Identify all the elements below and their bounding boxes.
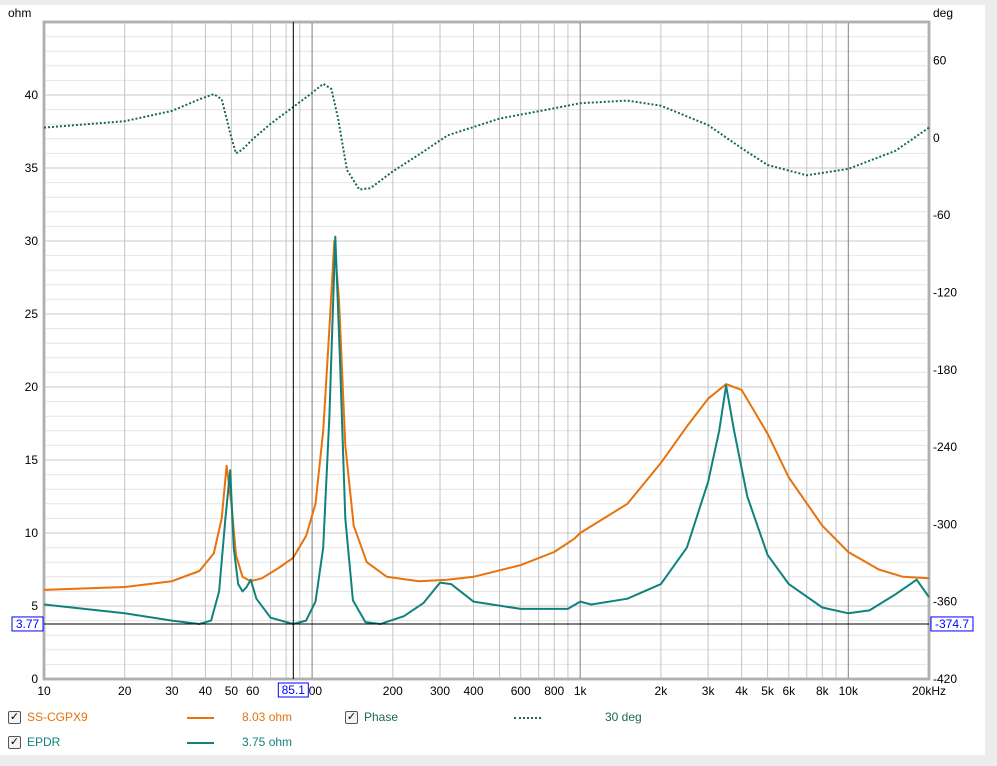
x-tick-label: 600 — [511, 684, 531, 698]
legend-label: EPDR — [27, 735, 61, 749]
y2-tick-label: -360 — [933, 595, 957, 609]
x-tick-label: 8k — [816, 684, 830, 698]
cursor-y-label: 3.77 — [16, 617, 40, 631]
x-tick-label: 20 — [118, 684, 132, 698]
y2-tick-label: 0 — [933, 131, 940, 145]
legend-value: 30 deg — [605, 710, 642, 724]
legend-label: SS-CGPX9 — [27, 710, 88, 724]
cursor-y2-label: -374.7 — [935, 617, 969, 631]
y2-tick-label: 60 — [933, 54, 947, 68]
y-axis-unit: ohm — [8, 6, 31, 20]
x-tick-label: 1k — [574, 684, 588, 698]
x-tick-label: 300 — [430, 684, 450, 698]
y-tick-label: 25 — [25, 307, 39, 321]
x-tick-label: 200 — [383, 684, 403, 698]
y-tick-label: 40 — [25, 88, 39, 102]
y2-tick-label: -60 — [933, 208, 951, 222]
x-tick-label: 60 — [246, 684, 260, 698]
y2-tick-label: -120 — [933, 286, 957, 300]
y-tick-label: 30 — [25, 234, 39, 248]
legend-value: 3.75 ohm — [242, 735, 293, 749]
x-tick-label: 10 — [37, 684, 51, 698]
y-tick-label: 20 — [25, 380, 39, 394]
x-tick-label: 400 — [463, 684, 483, 698]
legend-line-swatch — [187, 742, 214, 744]
legend-line-swatch — [514, 717, 541, 719]
cursor-x-label: 85.1 — [282, 683, 306, 697]
y2-tick-label: -240 — [933, 440, 957, 454]
legend-value: 8.03 ohm — [242, 710, 293, 724]
y-tick-label: 10 — [25, 526, 39, 540]
epdr-checkbox[interactable]: ✓ — [8, 736, 21, 749]
y2-tick-label: -300 — [933, 517, 957, 531]
x-tick-label: 5k — [761, 684, 775, 698]
legend-label: Phase — [364, 710, 399, 724]
x-tick-label: 2k — [655, 684, 669, 698]
impedance-chart: 0510152025303540-420-360-300-240-180-120… — [8, 6, 974, 698]
x-tick-label: 30 — [165, 684, 179, 698]
x-tick-label: 6k — [782, 684, 796, 698]
y-tick-label: 5 — [31, 599, 38, 613]
x-tick-label: 40 — [199, 684, 213, 698]
y2-tick-label: -180 — [933, 363, 957, 377]
x-tick-label: 10k — [839, 684, 859, 698]
x-tick-label: 50 — [225, 684, 239, 698]
x-tick-label: 800 — [544, 684, 564, 698]
phase-checkbox[interactable]: ✓ — [345, 711, 358, 724]
y-tick-label: 15 — [25, 453, 39, 467]
x-tick-label: 3k — [702, 684, 716, 698]
ss-cgpx9-checkbox[interactable]: ✓ — [8, 711, 21, 724]
y2-axis-unit: deg — [933, 6, 953, 20]
legend-line-swatch — [187, 717, 214, 719]
y-tick-label: 35 — [25, 161, 39, 175]
x-tick-label: 4k — [735, 684, 749, 698]
x-tick-label: 20kHz — [912, 684, 946, 698]
